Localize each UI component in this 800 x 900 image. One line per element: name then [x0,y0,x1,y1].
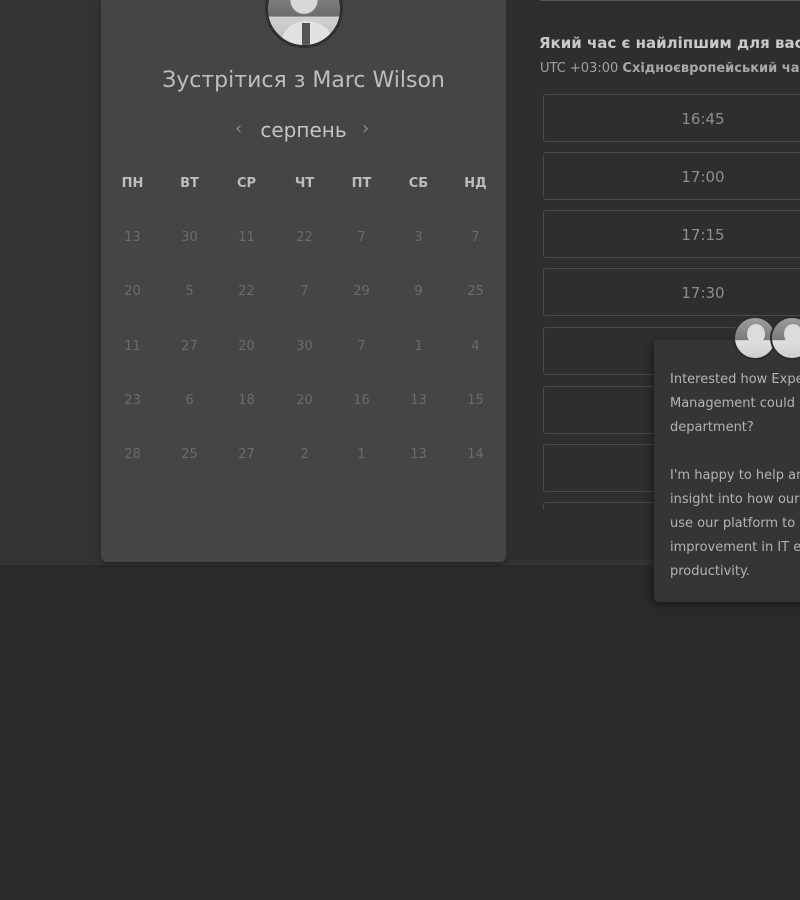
month-navigation: ‹ серпень › [101,116,506,146]
calendar-day: 27 [238,447,255,462]
chat-message-line: use our platform to a [670,516,800,531]
calendar-day: 1 [414,339,423,354]
timezone-name: Східноєвропейський час [622,61,800,76]
weekday-label: СР [236,176,257,191]
calendar-day: 13 [124,230,141,245]
calendar-day: 3 [414,230,423,245]
calendar-day: 23 [124,393,141,408]
calendar-day: 18 [238,393,255,408]
chat-message-line: department? [670,420,754,435]
weekday-label: ЧТ [294,176,315,191]
timezone-label: UTC +03:00 Східноєвропейський час [540,61,800,76]
calendar-day: 4 [471,339,480,354]
calendar-day: 9 [414,284,423,299]
time-slot-label: 17:00 [681,168,725,186]
calendar-day: 14 [467,447,484,462]
timezone-offset: UTC +03:00 [540,61,619,76]
calendar-day: 7 [357,339,366,354]
avatar-face [747,324,765,344]
avatar-tie [302,23,310,45]
weekday-label: ПН [121,176,144,191]
calendar-day: 22 [238,284,255,299]
chat-message-line: Management could h [670,396,800,411]
chat-message-line [670,440,800,464]
calendar-day: 25 [181,447,198,462]
calendar-day: 22 [296,230,313,245]
chat-message-line: Interested how Expe [670,372,800,387]
calendar-day: 13 [410,393,427,408]
chevron-right-icon[interactable]: › [362,118,369,139]
calendar-day: 29 [353,284,370,299]
chat-message-line: insight into how our c [670,492,800,507]
meeting-title: Зустрітися з Marc Wilson [162,68,445,93]
calendar-day: 30 [296,339,313,354]
page-lower-background [0,565,800,900]
avatar-face [784,324,800,344]
weekday-label: НД [464,176,487,191]
weekday-label: ПТ [351,176,372,191]
calendar-day: 7 [300,284,309,299]
calendar-day: 16 [353,393,370,408]
chat-message-line: I'm happy to help and [670,468,800,483]
weekday-header: ПН ВТ СР ЧТ ПТ СБ НД [104,176,504,196]
calendar-day: 11 [238,230,255,245]
chat-message: Interested how Expe Management could h d… [670,368,800,584]
calendar-day: 7 [357,230,366,245]
time-slot-button[interactable]: 16:45 [543,94,800,142]
chat-message-line: productivity. [670,564,750,579]
time-slot-label: 17:15 [681,226,725,244]
calendar-day: 27 [181,339,198,354]
chat-message-line: improvement in IT en [670,540,800,555]
calendar-day: 25 [467,284,484,299]
calendar-day: 13 [410,447,427,462]
weekday-label: ВТ [180,176,199,191]
calendar-day: 6 [185,393,194,408]
time-slot-button[interactable]: 17:15 [543,210,800,258]
calendar-day: 7 [471,230,480,245]
calendar-day: 11 [124,339,141,354]
calendar-day: 20 [238,339,255,354]
calendar-day: 30 [181,230,198,245]
time-slot-button[interactable]: 17:00 [543,152,800,200]
calendar-day: 2 [300,447,309,462]
divider [540,0,800,1]
calendar-day: 20 [124,284,141,299]
time-slot-label: 17:30 [681,284,725,302]
calendar-day: 15 [467,393,484,408]
time-slot-button[interactable]: 17:30 [543,268,800,316]
calendar-day: 28 [124,447,141,462]
time-slot-label: 16:45 [681,110,725,128]
month-label: серпень [260,118,347,142]
time-question-heading: Який час є найліпшим для вас? [539,34,800,52]
calendar-day: 5 [185,284,194,299]
calendar-day: 1 [357,447,366,462]
calendar-day: 20 [296,393,313,408]
weekday-label: СБ [408,176,429,191]
